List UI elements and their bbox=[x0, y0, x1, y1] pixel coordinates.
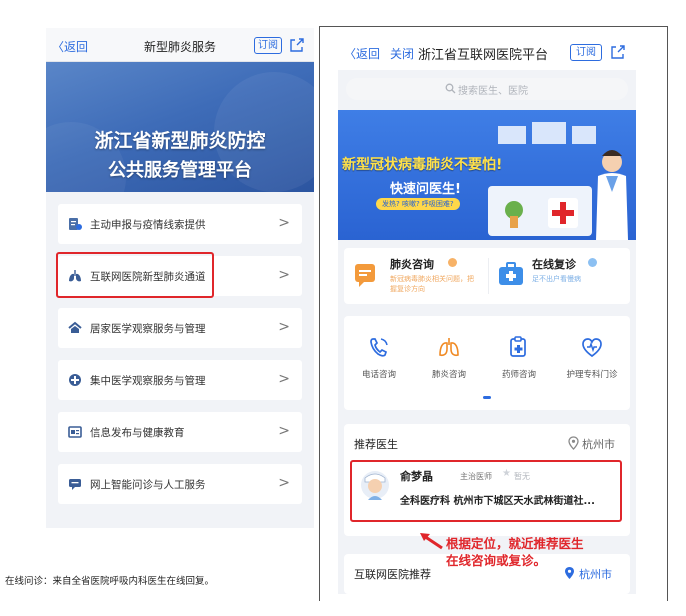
back-button[interactable]: 〈返回 bbox=[344, 45, 380, 62]
close-button[interactable]: 关闭 bbox=[390, 45, 414, 62]
menu-item-news[interactable]: 信息发布与健康教育 > bbox=[58, 412, 302, 452]
annotation-line1: 根据定位，就近推荐医生 bbox=[446, 536, 584, 551]
consult-icon bbox=[355, 264, 375, 287]
chevron-right-icon: > bbox=[278, 371, 290, 387]
left-top-bar: 〈返回 新型肺炎服务 订阅 bbox=[46, 28, 314, 62]
search-placeholder: 搜索医生、医院 bbox=[458, 86, 528, 97]
platform-banner: 浙江省新型肺炎防控 公共服务管理平台 bbox=[46, 62, 314, 192]
subscribe-button[interactable]: 订阅 bbox=[254, 37, 282, 54]
page-title: 浙江省互联网医院平台 bbox=[418, 48, 549, 63]
menu-item-smart-consult[interactable]: 网上智能问诊与人工服务 > bbox=[58, 464, 302, 504]
chevron-right-icon: > bbox=[278, 215, 290, 231]
banner-title-line2: 公共服务管理平台 bbox=[108, 160, 252, 181]
menu-item-label: 信息发布与健康教育 bbox=[90, 427, 185, 439]
pharmacist-icon bbox=[510, 336, 526, 357]
menu-item-label: 主动申报与疫情线索提供 bbox=[90, 219, 206, 231]
location-pin-icon bbox=[568, 436, 579, 450]
subscribe-button[interactable]: 订阅 bbox=[570, 44, 602, 61]
service-title: 肺炎咨询 bbox=[390, 258, 434, 271]
pneumonia-consult-card[interactable]: 肺炎咨询 新冠病毒肺炎相关问题，把握复诊方向 bbox=[344, 248, 487, 304]
doctor-illustration bbox=[488, 122, 628, 240]
search-input[interactable]: 搜索医生、医院 bbox=[346, 78, 628, 100]
service-subtitle: 足不出户看慢病 bbox=[532, 275, 581, 283]
location-selector[interactable]: 杭州市 bbox=[582, 436, 615, 452]
menu-item-central-observation[interactable]: 集中医学观察服务与管理 > bbox=[58, 360, 302, 400]
grid-item-nursing[interactable]: 护理专科门诊 bbox=[559, 328, 625, 388]
highlight-box bbox=[56, 252, 214, 298]
menu-item-report[interactable]: 主动申报与疫情线索提供 > bbox=[58, 204, 302, 244]
chat-icon bbox=[69, 479, 81, 490]
report-icon bbox=[69, 218, 82, 230]
share-icon[interactable] bbox=[289, 37, 305, 53]
banner-headline: 新型冠状病毒肺炎不要怕! bbox=[342, 157, 503, 173]
banner-subline: 快速问医生! bbox=[390, 182, 461, 197]
page-indicator bbox=[483, 396, 491, 399]
chevron-right-icon: > bbox=[278, 423, 290, 439]
service-title: 在线复诊 bbox=[532, 258, 576, 271]
grid-item-label: 电话咨询 bbox=[361, 370, 396, 380]
grid-item-pharmacist[interactable]: 药师咨询 bbox=[489, 328, 549, 388]
home-icon bbox=[68, 321, 82, 333]
annotation-line2: 在线咨询或复诊。 bbox=[446, 553, 547, 568]
chevron-right-icon: > bbox=[278, 319, 290, 335]
online-followup-card[interactable]: 在线复诊 足不出户看慢病 bbox=[488, 248, 630, 304]
medkit-icon bbox=[499, 262, 523, 285]
news-icon bbox=[68, 426, 82, 438]
quick-services-grid: 电话咨询 肺炎咨询 药师咨询 护理专科门诊 bbox=[344, 316, 630, 410]
search-icon bbox=[445, 83, 456, 94]
section-title: 推荐医生 bbox=[354, 438, 398, 451]
chevron-right-icon: > bbox=[278, 267, 290, 283]
arrow-icon bbox=[420, 533, 443, 550]
phone-icon bbox=[370, 338, 388, 357]
caption: 在线问诊：来自全省医院呼吸内科医生在线回复。 bbox=[5, 576, 215, 587]
location-selector[interactable]: 杭州市 bbox=[579, 566, 612, 582]
right-top-bar: 〈返回 关闭 浙江省互联网医院平台 订阅 bbox=[338, 34, 636, 70]
grid-item-label: 护理专科门诊 bbox=[566, 370, 618, 380]
annotation-text: 根据定位，就近推荐医生 在线咨询或复诊。 bbox=[446, 535, 584, 569]
menu-item-label: 居家医学观察服务与管理 bbox=[90, 323, 206, 335]
grid-item-phone[interactable]: 电话咨询 bbox=[349, 328, 409, 388]
chevron-right-icon: > bbox=[278, 475, 290, 491]
service-subtitle: 新冠病毒肺炎相关问题，把握复诊方向 bbox=[390, 275, 474, 293]
banner-pill: 发热? 咳嗽? 呼吸困难? bbox=[376, 198, 460, 210]
highlight-box bbox=[350, 460, 622, 522]
share-icon[interactable] bbox=[610, 44, 626, 60]
cross-icon bbox=[69, 374, 81, 386]
nursing-icon bbox=[582, 338, 602, 358]
menu-item-home-observation[interactable]: 居家医学观察服务与管理 > bbox=[58, 308, 302, 348]
section-title: 互联网医院推荐 bbox=[354, 568, 431, 581]
grid-item-pneumonia[interactable]: 肺炎咨询 bbox=[419, 328, 479, 388]
promo-banner[interactable]: 新型冠状病毒肺炎不要怕! 快速问医生! 发热? 咳嗽? 呼吸困难? bbox=[338, 110, 636, 240]
banner-title-line1: 浙江省新型肺炎防控 bbox=[94, 130, 266, 152]
grid-item-label: 肺炎咨询 bbox=[431, 370, 466, 380]
left-phone-screen: 〈返回 新型肺炎服务 订阅 浙江省新型肺炎防控 公共服务管理平台 主动申报与疫情… bbox=[46, 28, 314, 528]
menu-item-label: 网上智能问诊与人工服务 bbox=[90, 479, 206, 491]
menu-item-label: 集中医学观察服务与管理 bbox=[90, 375, 206, 387]
grid-item-label: 药师咨询 bbox=[501, 370, 536, 380]
lungs-icon bbox=[439, 338, 459, 357]
